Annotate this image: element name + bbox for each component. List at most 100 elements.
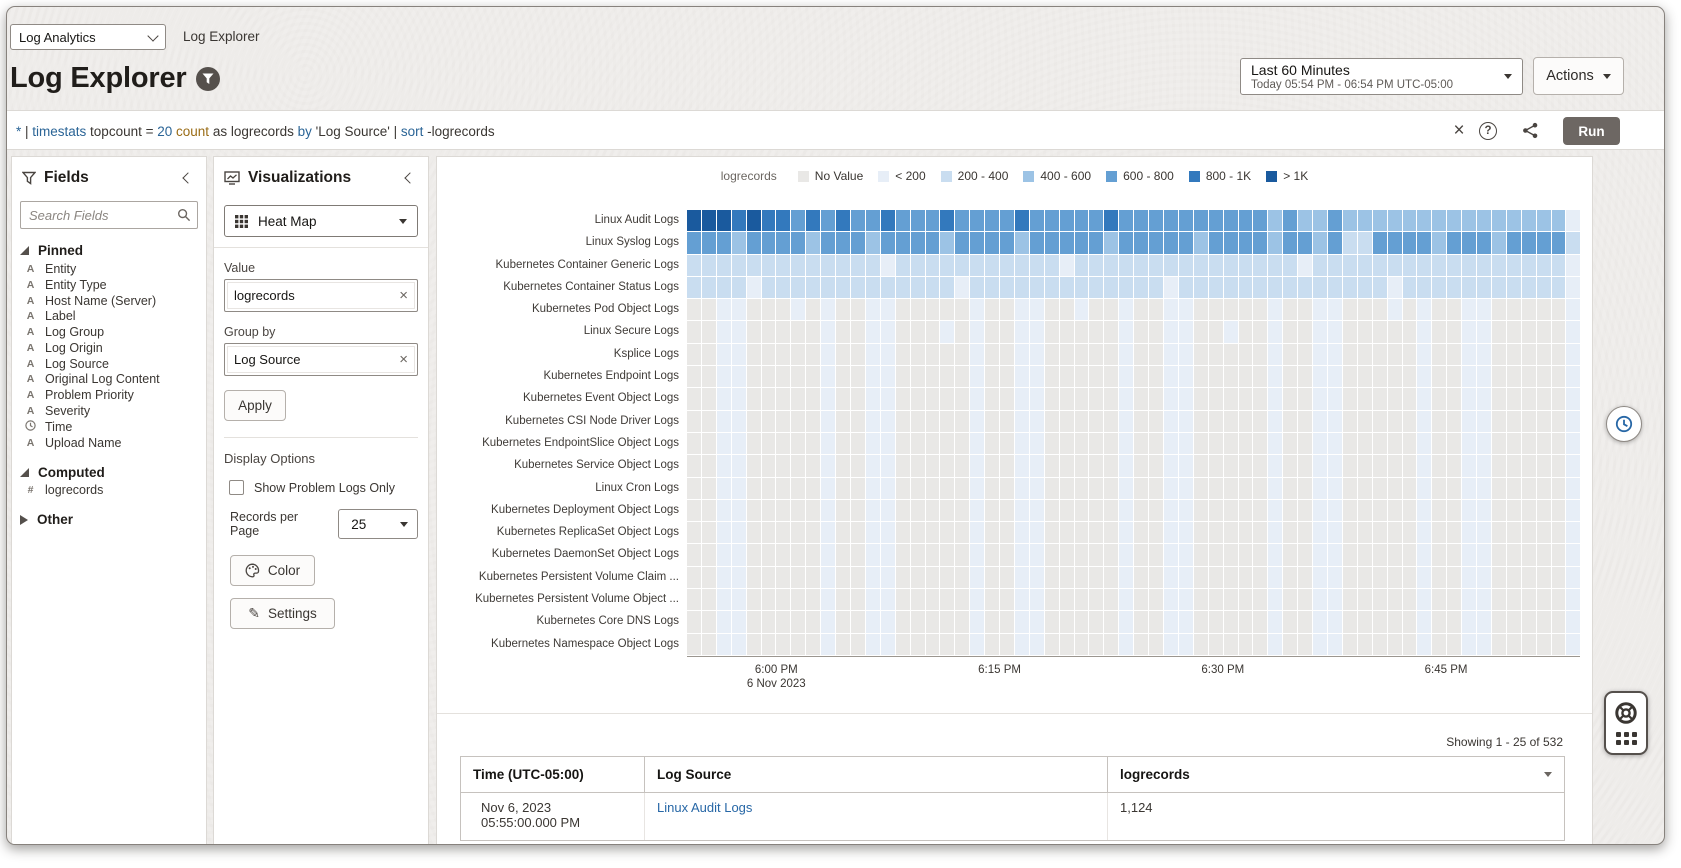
heatmap-cell[interactable] xyxy=(1388,299,1402,320)
heatmap-cell[interactable] xyxy=(1298,277,1312,298)
heatmap-cell[interactable] xyxy=(1373,255,1387,276)
heatmap-cell[interactable] xyxy=(1164,277,1178,298)
heatmap-cell[interactable] xyxy=(866,366,880,387)
heatmap-cell[interactable] xyxy=(1462,455,1476,476)
heatmap-cell[interactable] xyxy=(1104,611,1118,632)
heatmap-cell[interactable] xyxy=(1015,544,1029,565)
heatmap-cell[interactable] xyxy=(1030,500,1044,521)
heatmap-cell[interactable] xyxy=(985,411,999,432)
heatmap-cell[interactable] xyxy=(836,344,850,365)
heatmap-cell[interactable] xyxy=(1373,388,1387,409)
heatmap-cell[interactable] xyxy=(851,299,865,320)
heatmap-cell[interactable] xyxy=(1358,299,1372,320)
heatmap-cell[interactable] xyxy=(1134,411,1148,432)
heatmap-cell[interactable] xyxy=(747,255,761,276)
heatmap-cell[interactable] xyxy=(1000,366,1014,387)
heatmap-cell[interactable] xyxy=(1507,366,1521,387)
heatmap-cell[interactable] xyxy=(1000,411,1014,432)
heatmap-cell[interactable] xyxy=(1253,589,1267,610)
heatmap-cell[interactable] xyxy=(1179,634,1193,655)
heatmap-cell[interactable] xyxy=(1522,232,1536,253)
heatmap-cell[interactable] xyxy=(985,277,999,298)
heatmap-cell[interactable] xyxy=(732,433,746,454)
heatmap-cell[interactable] xyxy=(821,255,835,276)
heatmap-cell[interactable] xyxy=(791,299,805,320)
heatmap-cell[interactable] xyxy=(955,411,969,432)
heatmap-cell[interactable] xyxy=(687,411,701,432)
heatmap-cell[interactable] xyxy=(1209,344,1223,365)
heatmap-cell[interactable] xyxy=(1283,634,1297,655)
heatmap-cell[interactable] xyxy=(1313,611,1327,632)
heatmap-cell[interactable] xyxy=(1537,299,1551,320)
heatmap-cell[interactable] xyxy=(1104,277,1118,298)
heatmap-cell[interactable] xyxy=(1089,366,1103,387)
heatmap-cell[interactable] xyxy=(732,634,746,655)
heatmap-cell[interactable] xyxy=(881,634,895,655)
heatmap-cell[interactable] xyxy=(1045,299,1059,320)
heatmap-cell[interactable] xyxy=(1075,455,1089,476)
heatmap-cell[interactable] xyxy=(791,544,805,565)
heatmap-cell[interactable] xyxy=(1209,611,1223,632)
heatmap-cell[interactable] xyxy=(1417,522,1431,543)
heatmap-cell[interactable] xyxy=(1507,478,1521,499)
heatmap-cell[interactable] xyxy=(1343,388,1357,409)
heatmap-cell[interactable] xyxy=(911,589,925,610)
heatmap-cell[interactable] xyxy=(1224,321,1238,342)
heatmap-cell[interactable] xyxy=(1075,255,1089,276)
heatmap-cell[interactable] xyxy=(985,455,999,476)
heatmap-cell[interactable] xyxy=(1328,478,1342,499)
heatmap-cell[interactable] xyxy=(851,411,865,432)
heatmap-cell[interactable] xyxy=(926,433,940,454)
heatmap-cell[interactable] xyxy=(1566,589,1580,610)
heatmap-cell[interactable] xyxy=(1224,522,1238,543)
heatmap-cell[interactable] xyxy=(836,478,850,499)
heatmap-cell[interactable] xyxy=(1462,366,1476,387)
heatmap-cell[interactable] xyxy=(1552,255,1566,276)
field-item-upload-name[interactable]: AUpload Name xyxy=(12,435,206,451)
heatmap-cell[interactable] xyxy=(1015,433,1029,454)
heatmap-cell[interactable] xyxy=(926,277,940,298)
heatmap-cell[interactable] xyxy=(955,478,969,499)
heatmap-cell[interactable] xyxy=(1552,299,1566,320)
heatmap-cell[interactable] xyxy=(881,232,895,253)
heatmap-cell[interactable] xyxy=(821,500,835,521)
heatmap-cell[interactable] xyxy=(1566,299,1580,320)
heatmap-cell[interactable] xyxy=(1447,210,1461,231)
heatmap-cell[interactable] xyxy=(1268,232,1282,253)
heatmap-cell[interactable] xyxy=(970,500,984,521)
heatmap-cell[interactable] xyxy=(1343,589,1357,610)
heatmap-cell[interactable] xyxy=(1522,522,1536,543)
heatmap-cell[interactable] xyxy=(1045,544,1059,565)
heatmap-cell[interactable] xyxy=(1134,344,1148,365)
heatmap-cell[interactable] xyxy=(1298,411,1312,432)
heatmap-cell[interactable] xyxy=(1134,299,1148,320)
heatmap-cell[interactable] xyxy=(1373,544,1387,565)
heatmap-cell[interactable] xyxy=(717,388,731,409)
heatmap-cell[interactable] xyxy=(1089,500,1103,521)
heatmap-cell[interactable] xyxy=(1403,478,1417,499)
heatmap-cell[interactable] xyxy=(1328,589,1342,610)
heatmap-cell[interactable] xyxy=(717,500,731,521)
problem-logs-checkbox[interactable] xyxy=(229,480,244,495)
heatmap-cell[interactable] xyxy=(1089,544,1103,565)
heatmap-cell[interactable] xyxy=(1522,433,1536,454)
heatmap-cell[interactable] xyxy=(1209,589,1223,610)
heatmap-cell[interactable] xyxy=(1298,567,1312,588)
heatmap-cell[interactable] xyxy=(1149,299,1163,320)
heatmap-cell[interactable] xyxy=(1045,567,1059,588)
heatmap-cell[interactable] xyxy=(1089,567,1103,588)
heatmap-cell[interactable] xyxy=(940,500,954,521)
heatmap-cell[interactable] xyxy=(1388,411,1402,432)
heatmap-cell[interactable] xyxy=(940,210,954,231)
heatmap-cell[interactable] xyxy=(1313,299,1327,320)
heatmap-cell[interactable] xyxy=(1477,567,1491,588)
heatmap-cell[interactable] xyxy=(747,634,761,655)
heatmap-cell[interactable] xyxy=(1492,455,1506,476)
heatmap-cell[interactable] xyxy=(762,433,776,454)
clear-icon[interactable]: × xyxy=(399,288,408,303)
heatmap-cell[interactable] xyxy=(1432,366,1446,387)
heatmap-cell[interactable] xyxy=(1134,366,1148,387)
heatmap-cell[interactable] xyxy=(1328,455,1342,476)
heatmap-cell[interactable] xyxy=(1283,210,1297,231)
heatmap-cell[interactable] xyxy=(1358,589,1372,610)
